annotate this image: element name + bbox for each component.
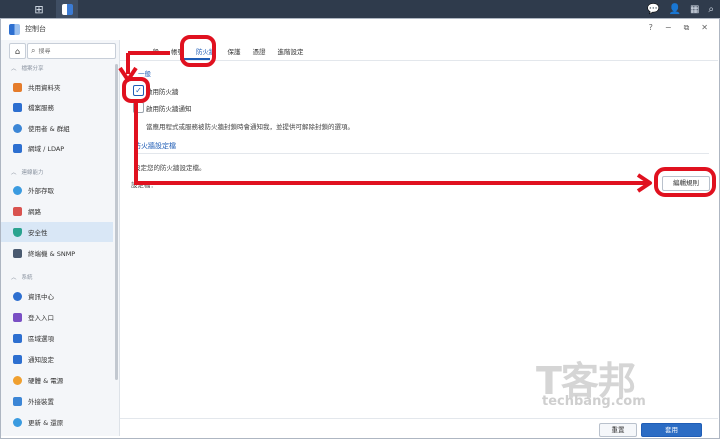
active-tab-indicator [180, 58, 210, 60]
chevron-up-icon: ︿ [11, 275, 17, 281]
sidebar-item-file-services[interactable]: 檔案服務 [1, 97, 113, 117]
home-icon: ⌂ [14, 46, 21, 56]
sidebar-item-update-restore[interactable]: 更新 & 還原 [1, 412, 113, 432]
notification-icon [13, 354, 22, 364]
external-device-icon [13, 396, 22, 406]
watermark-en: techbang.com [542, 394, 646, 409]
sidebar-item-domain-ldap[interactable]: 網域 / LDAP [1, 138, 113, 158]
login-portal-icon [13, 312, 22, 322]
chevron-up-icon: ︿ [11, 66, 17, 72]
sidebar-item-external-devices[interactable]: 外接裝置 [1, 391, 113, 411]
search-box[interactable]: ⌕ [27, 43, 116, 59]
section-header-file-sharing[interactable]: ︿ 檔案分享 [11, 64, 44, 72]
shield-icon [13, 227, 22, 237]
apply-button[interactable]: 套用 [641, 423, 702, 437]
enable-firewall-notify-checkbox[interactable] [133, 102, 144, 113]
tab-bar: 一般 帳號 防火牆 保護 憑證 進階設定 [140, 44, 310, 60]
sidebar-item-terminal-snmp[interactable]: 終端機 & SNMP [1, 243, 113, 263]
chat-icon[interactable]: 💬 [647, 4, 659, 15]
sidebar-item-network[interactable]: 網路 [1, 201, 113, 221]
sidebar: ⌂ ⌕ ︿檔案分享 共用資料夾 檔案服務 使用者 & 群組 網域 / LDAP … [1, 40, 120, 436]
minimize-icon[interactable]: − [665, 23, 672, 33]
search-input[interactable] [38, 47, 99, 55]
sidebar-item-security[interactable]: 安全性 [1, 222, 113, 242]
enable-firewall-label: 啟用防火牆 [146, 88, 179, 96]
info-icon [13, 291, 22, 301]
sidebar-scrollbar[interactable] [115, 64, 118, 380]
firewall-profile-description: 設定您的防火牆設定檔。 [134, 164, 206, 172]
enable-firewall-checkbox[interactable]: ✓ [133, 85, 144, 96]
widget-icon[interactable]: ▦ [690, 4, 699, 15]
update-icon [13, 417, 22, 427]
sidebar-item-regional-options[interactable]: 區域選項 [1, 328, 113, 348]
search-icon[interactable]: ⌕ [708, 4, 714, 15]
firewall-notify-description: 當應用程式或服務被防火牆封鎖時會通知我，並提供可解除封鎖的選項。 [146, 123, 354, 131]
section-divider [134, 153, 709, 154]
users-icon [13, 123, 22, 133]
tab-certificate[interactable]: 憑證 [247, 44, 272, 60]
checkmark-icon: ✓ [135, 86, 142, 95]
folder-icon [13, 82, 22, 92]
reset-button[interactable]: 重置 [599, 423, 637, 437]
section-header-system[interactable]: ︿ 系統 [11, 273, 33, 281]
help-icon[interactable]: ? [649, 23, 653, 33]
terminal-icon [13, 248, 22, 258]
home-button[interactable]: ⌂ [9, 43, 26, 59]
control-panel-icon [9, 23, 20, 35]
regional-icon [13, 333, 22, 343]
edit-rules-button[interactable]: 編輯規則 [662, 176, 710, 191]
taskbar-tray: 💬 👤 ▦ ⌕ [647, 0, 714, 18]
taskbar: ⊞ 💬 👤 ▦ ⌕ [0, 0, 720, 18]
sidebar-item-hardware-power[interactable]: 硬體 & 電源 [1, 370, 113, 390]
user-icon[interactable]: 👤 [668, 4, 680, 15]
sidebar-item-info-center[interactable]: 資訊中心 [1, 286, 113, 306]
sidebar-item-users-groups[interactable]: 使用者 & 群組 [1, 118, 113, 138]
network-icon [13, 206, 22, 216]
watermark-logo: T客邦 techbang.com [536, 350, 706, 420]
enable-firewall-notify-label: 啟用防火牆通知 [146, 105, 192, 113]
search-icon: ⌕ [31, 46, 36, 55]
window-controls: ? − ⧉ ✕ [649, 23, 708, 33]
control-panel-taskbar-icon[interactable] [56, 0, 78, 18]
window-title: 控制台 [25, 25, 46, 33]
sidebar-item-external-access[interactable]: 外部存取 [1, 180, 113, 200]
sidebar-item-notification[interactable]: 通知設定 [1, 349, 113, 369]
external-access-icon [13, 185, 22, 195]
sidebar-item-login-portal[interactable]: 登入入口 [1, 307, 113, 327]
domain-icon [13, 143, 22, 153]
bulb-icon [13, 375, 22, 385]
general-section-heading: 一般 [138, 70, 151, 78]
main-menu-icon[interactable]: ⊞ [27, 0, 51, 18]
window-titlebar: 控制台 ? − ⧉ ✕ [1, 19, 718, 39]
sidebar-item-shared-folder[interactable]: 共用資料夾 [1, 77, 113, 97]
firewall-profile-title: 防火牆設定檔 [134, 142, 176, 150]
chevron-up-icon: ︿ [11, 170, 17, 176]
tab-advanced[interactable]: 進階設定 [272, 44, 310, 60]
section-header-connectivity[interactable]: ︿ 連線能力 [11, 168, 44, 176]
profile-label: 設定檔： [131, 181, 157, 189]
tab-protection[interactable]: 保護 [222, 44, 247, 60]
tab-general[interactable]: 一般 [140, 44, 165, 60]
file-services-icon [13, 102, 22, 112]
tab-divider [120, 60, 718, 61]
close-icon[interactable]: ✕ [701, 23, 708, 33]
sidebar-search: ⌂ ⌕ [9, 43, 116, 59]
restore-icon[interactable]: ⧉ [684, 23, 690, 33]
